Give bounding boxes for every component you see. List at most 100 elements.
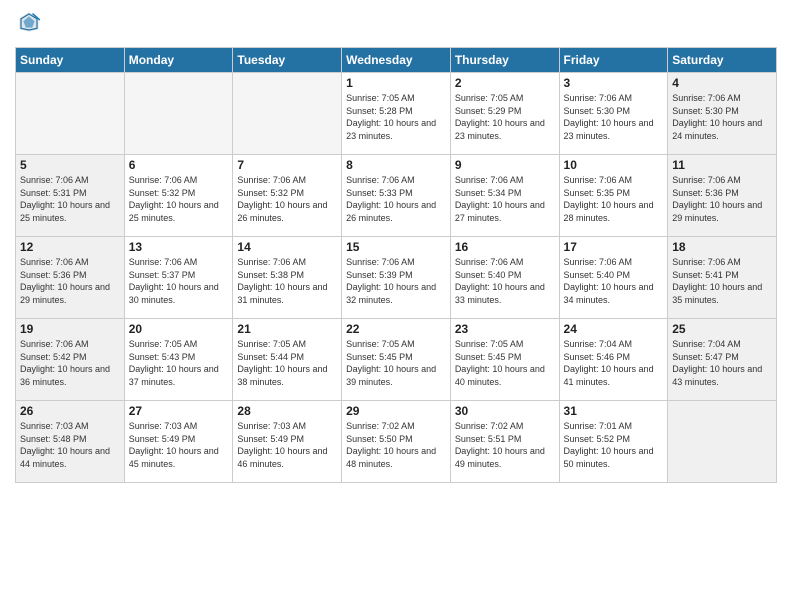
weekday-header-sunday: Sunday — [16, 48, 125, 73]
day-cell — [16, 73, 125, 155]
day-cell: 9 Sunrise: 7:06 AM Sunset: 5:34 PM Daylig… — [450, 155, 559, 237]
day-number: 2 — [455, 76, 555, 90]
day-number: 8 — [346, 158, 446, 172]
day-cell: 13 Sunrise: 7:06 AM Sunset: 5:37 PM Dayli… — [124, 237, 233, 319]
day-info: Sunrise: 7:05 AM Sunset: 5:45 PM Dayligh… — [346, 338, 446, 388]
day-cell: 11 Sunrise: 7:06 AM Sunset: 5:36 PM Dayli… — [668, 155, 777, 237]
day-cell: 8 Sunrise: 7:06 AM Sunset: 5:33 PM Daylig… — [342, 155, 451, 237]
day-cell: 17 Sunrise: 7:06 AM Sunset: 5:40 PM Dayli… — [559, 237, 668, 319]
day-info: Sunrise: 7:05 AM Sunset: 5:43 PM Dayligh… — [129, 338, 229, 388]
day-info: Sunrise: 7:06 AM Sunset: 5:42 PM Dayligh… — [20, 338, 120, 388]
day-number: 11 — [672, 158, 772, 172]
day-info: Sunrise: 7:06 AM Sunset: 5:40 PM Dayligh… — [564, 256, 664, 306]
day-number: 25 — [672, 322, 772, 336]
weekday-header-thursday: Thursday — [450, 48, 559, 73]
day-number: 18 — [672, 240, 772, 254]
day-number: 21 — [237, 322, 337, 336]
week-row-2: 12Sunrise: 7:06 AM Sunset: 5:36 PM Dayli… — [16, 237, 777, 319]
day-cell: 7 Sunrise: 7:06 AM Sunset: 5:32 PM Daylig… — [233, 155, 342, 237]
day-cell: 20 Sunrise: 7:05 AM Sunset: 5:43 PM Dayli… — [124, 319, 233, 401]
day-info: Sunrise: 7:05 AM Sunset: 5:44 PM Dayligh… — [237, 338, 337, 388]
day-cell: 28 Sunrise: 7:03 AM Sunset: 5:49 PM Dayli… — [233, 401, 342, 483]
day-cell: 21 Sunrise: 7:05 AM Sunset: 5:44 PM Dayli… — [233, 319, 342, 401]
day-info: Sunrise: 7:05 AM Sunset: 5:29 PM Dayligh… — [455, 92, 555, 142]
day-info: Sunrise: 7:02 AM Sunset: 5:50 PM Dayligh… — [346, 420, 446, 470]
day-cell: 22 Sunrise: 7:05 AM Sunset: 5:45 PM Dayli… — [342, 319, 451, 401]
day-info: Sunrise: 7:04 AM Sunset: 5:46 PM Dayligh… — [564, 338, 664, 388]
day-cell: 29Sunrise: 7:02 AM Sunset: 5:50 PM Dayli… — [342, 401, 451, 483]
day-cell: 10 Sunrise: 7:06 AM Sunset: 5:35 PM Dayli… — [559, 155, 668, 237]
day-info: Sunrise: 7:03 AM Sunset: 5:49 PM Dayligh… — [237, 420, 337, 470]
day-info: Sunrise: 7:06 AM Sunset: 5:34 PM Dayligh… — [455, 174, 555, 224]
day-info: Sunrise: 7:06 AM Sunset: 5:33 PM Dayligh… — [346, 174, 446, 224]
day-cell: 19 Sunrise: 7:06 AM Sunset: 5:42 PM Dayli… — [16, 319, 125, 401]
weekday-header-monday: Monday — [124, 48, 233, 73]
day-cell: 23Sunrise: 7:05 AM Sunset: 5:45 PM Dayli… — [450, 319, 559, 401]
day-cell: 4 Sunrise: 7:06 AM Sunset: 5:30 PM Daylig… — [668, 73, 777, 155]
day-cell: 24 Sunrise: 7:04 AM Sunset: 5:46 PM Dayli… — [559, 319, 668, 401]
day-info: Sunrise: 7:05 AM Sunset: 5:45 PM Dayligh… — [455, 338, 555, 388]
day-cell: 2 Sunrise: 7:05 AM Sunset: 5:29 PM Daylig… — [450, 73, 559, 155]
page: SundayMondayTuesdayWednesdayThursdayFrid… — [0, 0, 792, 612]
day-cell: 1Sunrise: 7:05 AM Sunset: 5:28 PM Daylig… — [342, 73, 451, 155]
day-number: 6 — [129, 158, 229, 172]
day-number: 15 — [346, 240, 446, 254]
day-number: 12 — [20, 240, 120, 254]
day-number: 17 — [564, 240, 664, 254]
weekday-header-wednesday: Wednesday — [342, 48, 451, 73]
day-info: Sunrise: 7:06 AM Sunset: 5:32 PM Dayligh… — [237, 174, 337, 224]
day-number: 24 — [564, 322, 664, 336]
logo-icon — [17, 10, 41, 34]
day-number: 7 — [237, 158, 337, 172]
day-cell: 30Sunrise: 7:02 AM Sunset: 5:51 PM Dayli… — [450, 401, 559, 483]
day-number: 26 — [20, 404, 120, 418]
day-cell: 18 Sunrise: 7:06 AM Sunset: 5:41 PM Dayli… — [668, 237, 777, 319]
day-cell: 27Sunrise: 7:03 AM Sunset: 5:49 PM Dayli… — [124, 401, 233, 483]
day-cell: 12Sunrise: 7:06 AM Sunset: 5:36 PM Dayli… — [16, 237, 125, 319]
weekday-header-friday: Friday — [559, 48, 668, 73]
day-cell: 31Sunrise: 7:01 AM Sunset: 5:52 PM Dayli… — [559, 401, 668, 483]
day-number: 9 — [455, 158, 555, 172]
day-number: 1 — [346, 76, 446, 90]
weekday-header-saturday: Saturday — [668, 48, 777, 73]
day-number: 27 — [129, 404, 229, 418]
day-cell: 15 Sunrise: 7:06 AM Sunset: 5:39 PM Dayli… — [342, 237, 451, 319]
day-number: 31 — [564, 404, 664, 418]
day-cell — [668, 401, 777, 483]
day-info: Sunrise: 7:06 AM Sunset: 5:40 PM Dayligh… — [455, 256, 555, 306]
day-number: 16 — [455, 240, 555, 254]
day-number: 4 — [672, 76, 772, 90]
day-number: 5 — [20, 158, 120, 172]
day-info: Sunrise: 7:03 AM Sunset: 5:48 PM Dayligh… — [20, 420, 120, 470]
day-info: Sunrise: 7:06 AM Sunset: 5:36 PM Dayligh… — [672, 174, 772, 224]
day-cell: 25 Sunrise: 7:04 AM Sunset: 5:47 PM Dayli… — [668, 319, 777, 401]
day-number: 14 — [237, 240, 337, 254]
day-info: Sunrise: 7:06 AM Sunset: 5:38 PM Dayligh… — [237, 256, 337, 306]
day-info: Sunrise: 7:06 AM Sunset: 5:30 PM Dayligh… — [672, 92, 772, 142]
day-info: Sunrise: 7:06 AM Sunset: 5:39 PM Dayligh… — [346, 256, 446, 306]
day-info: Sunrise: 7:02 AM Sunset: 5:51 PM Dayligh… — [455, 420, 555, 470]
day-number: 13 — [129, 240, 229, 254]
day-number: 19 — [20, 322, 120, 336]
day-info: Sunrise: 7:06 AM Sunset: 5:37 PM Dayligh… — [129, 256, 229, 306]
day-info: Sunrise: 7:04 AM Sunset: 5:47 PM Dayligh… — [672, 338, 772, 388]
day-info: Sunrise: 7:06 AM Sunset: 5:35 PM Dayligh… — [564, 174, 664, 224]
weekday-header-row: SundayMondayTuesdayWednesdayThursdayFrid… — [16, 48, 777, 73]
day-cell — [233, 73, 342, 155]
day-number: 3 — [564, 76, 664, 90]
day-number: 28 — [237, 404, 337, 418]
day-info: Sunrise: 7:06 AM Sunset: 5:41 PM Dayligh… — [672, 256, 772, 306]
day-cell: 14 Sunrise: 7:06 AM Sunset: 5:38 PM Dayli… — [233, 237, 342, 319]
day-number: 20 — [129, 322, 229, 336]
day-cell — [124, 73, 233, 155]
calendar: SundayMondayTuesdayWednesdayThursdayFrid… — [15, 47, 777, 483]
week-row-4: 26 Sunrise: 7:03 AM Sunset: 5:48 PM Dayli… — [16, 401, 777, 483]
day-number: 22 — [346, 322, 446, 336]
week-row-1: 5Sunrise: 7:06 AM Sunset: 5:31 PM Daylig… — [16, 155, 777, 237]
day-cell: 5Sunrise: 7:06 AM Sunset: 5:31 PM Daylig… — [16, 155, 125, 237]
weekday-header-tuesday: Tuesday — [233, 48, 342, 73]
day-number: 10 — [564, 158, 664, 172]
logo — [15, 10, 41, 39]
day-cell: 16 Sunrise: 7:06 AM Sunset: 5:40 PM Dayli… — [450, 237, 559, 319]
day-cell: 6Sunrise: 7:06 AM Sunset: 5:32 PM Daylig… — [124, 155, 233, 237]
